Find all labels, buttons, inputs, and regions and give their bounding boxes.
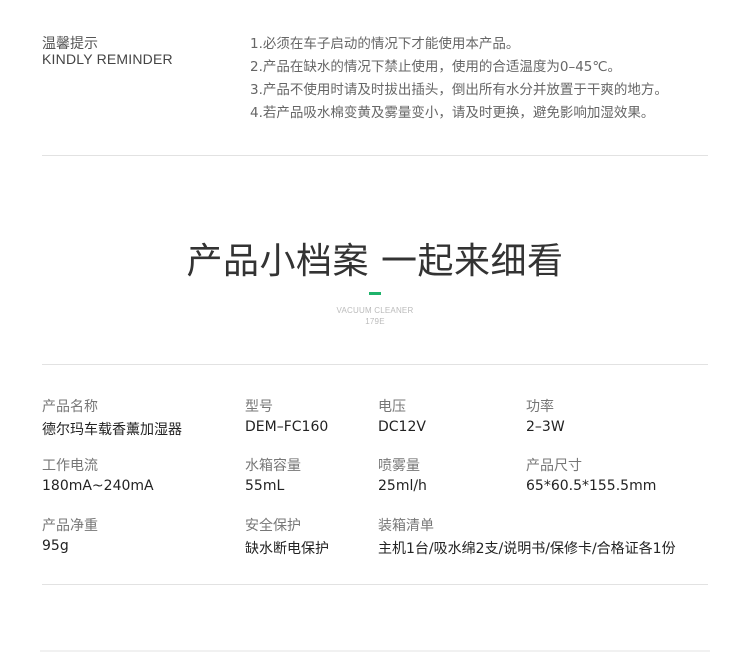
divider xyxy=(42,584,708,585)
spec-label: 喷雾量 xyxy=(378,458,420,474)
spec-value: DEM–FC160 xyxy=(245,419,329,435)
spec-value: 55mL xyxy=(245,478,285,494)
spec-label: 水箱容量 xyxy=(245,458,301,474)
spec-package-list: 装箱清单 主机1台/吸水绵2支/说明书/保修卡/合格证各1份 xyxy=(378,515,676,558)
spec-current: 工作电流 180mA~240mA xyxy=(42,455,154,494)
spec-label: 型号 xyxy=(245,399,273,415)
spec-tank-capacity: 水箱容量 55mL xyxy=(245,455,301,494)
spec-value: 180mA~240mA xyxy=(42,478,154,494)
reminder-item: 2.产品在缺水的情况下禁止使用，使用的合适温度为0–45℃。 xyxy=(250,59,622,75)
spec-label: 产品尺寸 xyxy=(526,458,582,474)
spec-value: 2–3W xyxy=(526,419,565,435)
spec-dimensions: 产品尺寸 65*60.5*155.5mm xyxy=(526,455,656,494)
spec-value: 95g xyxy=(42,538,69,554)
spec-label: 产品净重 xyxy=(42,518,98,534)
section-subtitle-line1: VACUUM CLEANER xyxy=(336,306,414,315)
divider xyxy=(42,364,708,365)
reminder-title-cn: 温馨提示 xyxy=(42,36,98,52)
spec-power: 功率 2–3W xyxy=(526,396,565,435)
spec-model: 型号 DEM–FC160 xyxy=(245,396,328,435)
reminder-list: 1.必须在车子启动的情况下才能使用本产品。 2.产品在缺水的情况下禁止使用，使用… xyxy=(250,33,668,125)
spec-value: 德尔玛车载香薰加湿器 xyxy=(42,422,182,438)
reminder-title-en: KINDLY REMINDER xyxy=(42,51,173,67)
spec-voltage: 电压 DC12V xyxy=(378,396,426,435)
spec-label: 功率 xyxy=(526,399,554,415)
spec-spray-volume: 喷雾量 25ml/h xyxy=(378,455,427,494)
spec-safety: 安全保护 缺水断电保护 xyxy=(245,515,329,558)
reminder-item: 3.产品不使用时请及时拔出插头，倒出所有水分并放置于干爽的地方。 xyxy=(250,82,668,98)
accent-bar xyxy=(369,292,381,295)
spec-net-weight: 产品净重 95g xyxy=(42,515,98,554)
spec-value: 25ml/h xyxy=(378,478,427,494)
spec-label: 安全保护 xyxy=(245,518,301,534)
spec-value: 缺水断电保护 xyxy=(245,541,329,557)
divider xyxy=(42,155,708,156)
section-subtitle-line2: 179E xyxy=(365,317,385,326)
spec-product-name: 产品名称 德尔玛车载香薰加湿器 xyxy=(42,396,182,439)
spec-label: 装箱清单 xyxy=(378,518,434,534)
spec-label: 产品名称 xyxy=(42,399,98,415)
reminder-item: 4.若产品吸水棉变黄及雾量变小，请及时更换，避免影响加湿效果。 xyxy=(250,105,655,121)
section-headline: 产品小档案 一起来细看 xyxy=(186,241,564,282)
spec-value: 主机1台/吸水绵2支/说明书/保修卡/合格证各1份 xyxy=(378,541,676,557)
reminder-item: 1.必须在车子启动的情况下才能使用本产品。 xyxy=(250,36,520,52)
spec-label: 电压 xyxy=(378,399,406,415)
spec-label: 工作电流 xyxy=(42,458,98,474)
spec-value: DC12V xyxy=(378,419,426,435)
spec-value: 65*60.5*155.5mm xyxy=(526,478,657,494)
